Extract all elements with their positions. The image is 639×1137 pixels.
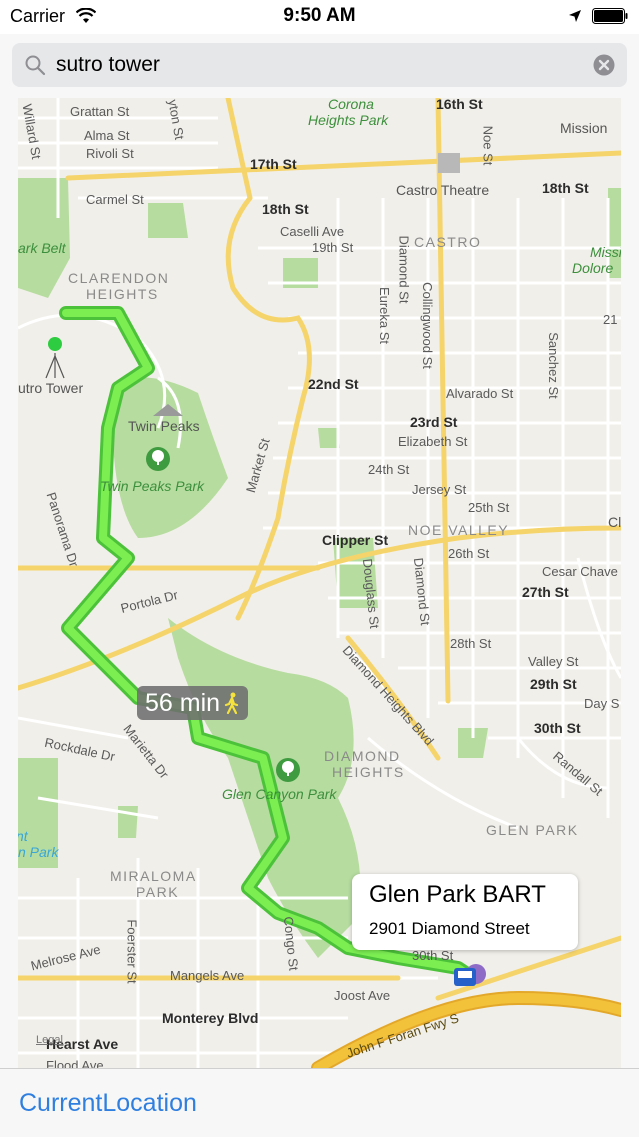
street-label: Monterey Blvd	[162, 1010, 259, 1026]
street-label: Valley St	[528, 654, 579, 669]
legal-link[interactable]: Legal	[36, 1034, 63, 1046]
street-label: 30th St	[534, 720, 581, 736]
street-label: Clipper St	[322, 532, 389, 548]
current-location-button[interactable]: CurrentLocation	[19, 1089, 197, 1118]
street-label: 18th St	[542, 180, 589, 196]
street-label: 25th St	[468, 500, 510, 515]
walk-time-badge[interactable]: 56 min	[137, 686, 249, 720]
street-label: 30th St	[412, 948, 454, 963]
street-label: Day S	[584, 696, 620, 711]
map-view[interactable]: Grattan St Alma St Rivoli St Carmel St W…	[18, 98, 621, 1068]
park-label: Heights Park	[308, 112, 389, 128]
street-label: Collingwood St	[419, 282, 435, 369]
street-label: Eureka St	[377, 286, 393, 345]
poi-label-castro-theatre: Castro Theatre	[396, 182, 490, 198]
clear-search-icon[interactable]	[593, 54, 615, 76]
castro-theatre-landmark	[438, 153, 460, 173]
street-label: Alvarado St	[446, 386, 514, 401]
poi-label-twin-peaks: Twin Peaks	[128, 418, 200, 434]
street-label: 23rd St	[410, 414, 458, 430]
park-label: ark Belt	[18, 240, 66, 256]
neighborhood-label: PARK	[136, 884, 180, 900]
neighborhood-label: HEIGHTS	[86, 286, 159, 302]
neighborhood-label: HEIGHTS	[332, 764, 405, 780]
street-label: Flood Ave	[46, 1058, 104, 1068]
walking-person-icon	[224, 692, 239, 714]
location-arrow-icon	[569, 10, 581, 22]
search-field[interactable]	[12, 43, 627, 87]
neighborhood-label: NOE VALLEY	[408, 522, 510, 538]
park-label: Twin Peaks Park	[100, 478, 204, 494]
park-label: nt	[18, 828, 28, 844]
destination-callout[interactable]: Glen Park BART 2901 Diamond Street	[352, 874, 578, 950]
search-icon	[25, 55, 46, 76]
street-label: Elizabeth St	[398, 434, 468, 449]
callout-title: Glen Park BART	[369, 881, 546, 908]
search-input[interactable]	[56, 49, 576, 81]
street-label: 18th St	[262, 201, 309, 217]
status-bar: Carrier 9:50 AM	[0, 0, 639, 34]
bottom-toolbar: CurrentLocation	[0, 1068, 639, 1137]
street-label: Alma St	[84, 128, 130, 143]
street-label: Diamond St	[396, 235, 412, 304]
street-label: Caselli Ave	[280, 224, 345, 239]
street-label: 17th St	[250, 156, 297, 172]
battery-icon	[592, 8, 628, 24]
search-bar	[0, 34, 639, 98]
street-label: 19th St	[312, 240, 354, 255]
street-label: Jersey St	[412, 482, 467, 497]
neighborhood-label: MIRALOMA	[110, 868, 197, 884]
park-label: Glen Canyon Park	[222, 786, 337, 802]
street-label: Mangels Ave	[170, 968, 245, 983]
neighborhood-label: CLARENDON	[68, 270, 170, 286]
street-label: 16th St	[436, 98, 483, 112]
neighborhood-label: CASTRO	[414, 234, 482, 250]
street-label: 24th St	[368, 462, 410, 477]
street-label: Sanchez St	[545, 332, 561, 399]
neighborhood-label: GLEN PARK	[486, 822, 579, 838]
street-label: 27th St	[522, 584, 569, 600]
street-label: Cesar Chave	[542, 564, 618, 579]
walk-time-label: 56 min	[145, 689, 221, 717]
street-label: 28th St	[450, 636, 492, 651]
park-label: Missi	[590, 244, 621, 260]
street-label: Noe St	[480, 125, 496, 166]
street-label: 29th St	[530, 676, 577, 692]
street-label: Carmel St	[86, 192, 144, 207]
street-label: 26th St	[448, 546, 490, 561]
clock: 9:50 AM	[283, 5, 356, 26]
park-label: n Park	[18, 844, 59, 860]
street-label: 22nd St	[308, 376, 359, 392]
street-label: Joost Ave	[334, 988, 391, 1003]
neighborhood-label: DIAMOND	[324, 748, 401, 764]
park-label: Dolore	[572, 260, 614, 276]
street-label: Grattan St	[70, 104, 130, 119]
poi-label-sutro-tower: utro Tower	[18, 380, 84, 396]
street-label: 21	[603, 312, 618, 327]
park-label: Corona	[328, 98, 374, 112]
street-label: Foerster St	[124, 919, 140, 984]
poi-label: Cl	[608, 514, 621, 530]
street-label: Rivoli St	[86, 146, 134, 161]
poi-label-mission: Mission	[560, 120, 608, 136]
callout-subtitle: 2901 Diamond Street	[369, 919, 530, 938]
